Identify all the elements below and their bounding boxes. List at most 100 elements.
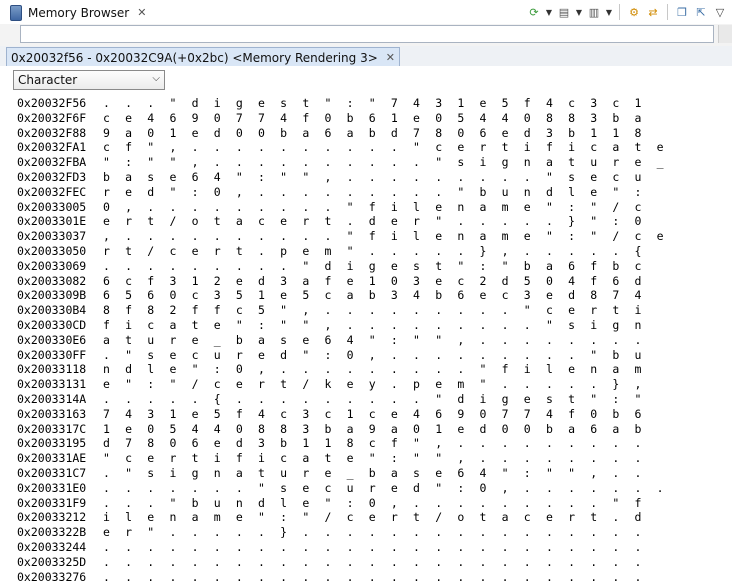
memory-address: 0x20033037: [17, 229, 87, 244]
memory-row: 0x20033050 r t / c e r t . p e m " . . . …: [17, 243, 641, 259]
memory-address: 0x20033276: [17, 569, 87, 584]
memory-cells[interactable]: e r t / o t a c e r t . d e r " . . . . …: [103, 214, 646, 229]
memory-row: 0x20032FD3 b a s e 6 4 " : " " , . . . . …: [17, 169, 641, 185]
memory-cells[interactable]: d 7 8 0 6 e d 3 b 1 1 8 c f " , . . . . …: [103, 436, 646, 451]
memory-row: 0x2003325D. . . . . . . . . . . . . . . …: [17, 554, 641, 570]
memory-address: 0x20033005: [17, 199, 87, 214]
chevron-down-icon: ⌵: [152, 73, 160, 84]
memory-cells[interactable]: . . . . . . . " s e c u r e d " : 0 , . …: [103, 481, 668, 496]
memory-row: 0x200330B4 8 f 8 2 f f c 5 " , . . . . . …: [17, 303, 641, 318]
memory-cells[interactable]: f i c a t e " : " " , . . . . . . . . . …: [103, 318, 646, 333]
memory-cells[interactable]: . . . . . . . . . " d i g e s t " : " b …: [103, 259, 646, 274]
memory-row: 0x20032FA1 c f " , . . . . . . . . . . " …: [17, 140, 664, 155]
memory-cells[interactable]: 0 , . . . . . . . . . " f i l e n a m e …: [103, 200, 646, 215]
memory-cells[interactable]: c f " , . . . . . . . . . . " c e r t i …: [103, 140, 668, 155]
memory-cells[interactable]: b a s e 6 4 " : " " , . . . . . . . . . …: [103, 170, 646, 185]
memory-cells[interactable]: , . . . . . . . . . . " f i l e n a m e …: [103, 229, 668, 244]
rendering-tab-bar: 0x20032f56 - 0x20032C9A(+0x2bc) <Memory …: [0, 46, 732, 67]
memory-address: 0x20033244: [17, 539, 87, 554]
memory-import-icon[interactable]: ▥: [586, 4, 602, 20]
memory-cells[interactable]: n d l e " : 0 , . . . . . . . . . " f i …: [103, 362, 646, 377]
dropdown-arrow-icon[interactable]: ▼: [575, 4, 583, 20]
memory-row: 0x2003309B 6 5 6 0 c 3 5 1 e 5 c a b 3 4 …: [17, 288, 641, 303]
memory-row: 0x20032F6F c e 4 6 9 0 7 7 4 f 0 b 6 1 e …: [17, 110, 641, 126]
memory-row: 0x2003301E e r t / o t a c e r t . d e r …: [17, 214, 641, 229]
memory-address: 0x2003309B: [17, 288, 87, 303]
memory-row: 0x20033037, . . . . . . . . . . " f i l …: [17, 229, 664, 244]
memory-row: 0x200331F9. . . " b u n d l e " : 0 , . …: [17, 495, 641, 511]
memory-cells[interactable]: . . . . . . . . . . . . . . . . . . . . …: [103, 555, 646, 570]
memory-cells[interactable]: " : " " , . . . . . . . . . . " s i g n …: [103, 155, 668, 170]
address-input[interactable]: [20, 25, 714, 43]
memory-address: 0x20032FEC: [17, 184, 87, 199]
memory-address: 0x20033163: [17, 406, 87, 421]
memory-row: 0x20033276. . . . . . . . . . . . . . . …: [17, 569, 641, 584]
memory-address: 0x20033069: [17, 258, 87, 273]
memory-row: 0x2003317C 1 e 0 5 4 4 0 8 8 3 b a 9 a 0 …: [17, 422, 641, 437]
memory-row: 0x20033069. . . . . . . . . " d i g e s …: [17, 258, 641, 274]
memory-cells[interactable]: r t / c e r t . p e m " . . . . . } , . …: [103, 244, 646, 259]
address-scrollbar[interactable]: [718, 25, 732, 43]
memory-cells[interactable]: 1 e 0 5 4 4 0 8 8 3 b a 9 a 0 1 e d 0 0 …: [103, 422, 646, 437]
memory-cells[interactable]: " c e r t i f i c a t e " : " " , . . . …: [103, 451, 646, 466]
refresh-icon[interactable]: ⟳: [526, 4, 542, 20]
memory-cells[interactable]: . . . . . { . . . . . . . . . " d i g e …: [103, 392, 646, 407]
memory-address: 0x20033050: [17, 243, 87, 258]
memory-cells[interactable]: 8 f 8 2 f f c 5 " , . . . . . . . . . " …: [103, 303, 646, 318]
memory-cells[interactable]: e " : " / c e r t / k e y . p e m " . . …: [103, 377, 646, 392]
pin-icon[interactable]: ⇱: [693, 4, 709, 20]
memory-address: 0x20032F6F: [17, 110, 87, 125]
memory-row: 0x20033244. . . . . . . . . . . . . . . …: [17, 539, 641, 555]
memory-address: 0x200330B4: [17, 303, 87, 318]
memory-cells[interactable]: . . . . . . . . . . . . . . . . . . . . …: [103, 540, 646, 555]
memory-row: 0x200331C7. " s i g n a t u r e _ b a s …: [17, 466, 641, 481]
memory-row: 0x20033005 0 , . . . . . . . . . " f i l …: [17, 199, 641, 215]
memory-address: 0x200331AE: [17, 451, 87, 466]
dropdown-arrow-icon[interactable]: ▼: [605, 4, 613, 20]
memory-address: 0x20032FD3: [17, 169, 87, 184]
tab-memory-rendering-3[interactable]: 0x20032f56 - 0x20032C9A(+0x2bc) <Memory …: [6, 47, 400, 67]
memory-cells[interactable]: 9 a 0 1 e d 0 0 b a 6 a b d 7 8 0 6 e d …: [103, 126, 646, 141]
memory-row: 0x2003322B e r " . . . . . } . . . . . . …: [17, 525, 641, 540]
memory-cells[interactable]: . . . . . . . . . . . . . . . . . . . . …: [103, 570, 646, 584]
memory-row: 0x20033195 d 7 8 0 6 e d 3 b 1 1 8 c f " …: [17, 436, 641, 451]
dropdown-arrow-icon[interactable]: ▼: [545, 4, 553, 20]
new-tab-icon[interactable]: ❐: [674, 4, 690, 20]
memory-cells[interactable]: e r " . . . . . } . . . . . . . . . . . …: [103, 525, 646, 540]
memory-cells[interactable]: c e 4 6 9 0 7 7 4 f 0 b 6 1 e 0 5 4 4 0 …: [103, 111, 646, 126]
memory-cells[interactable]: . " s i g n a t u r e _ b a s e 6 4 " : …: [103, 466, 646, 481]
memory-row: 0x20033131 e " : " / c e r t / k e y . p …: [17, 377, 641, 392]
memory-export-icon[interactable]: ▤: [556, 4, 572, 20]
close-icon[interactable]: ✕: [386, 51, 395, 64]
close-icon[interactable]: ✕: [137, 6, 146, 19]
sync-icon[interactable]: ⇄: [645, 4, 661, 20]
memory-cells[interactable]: . . . " d i g e s t " : " 7 4 3 1 e 5 f …: [103, 96, 646, 111]
memory-row: 0x200330FF. " s e c u r e d " : 0 , . . …: [17, 348, 641, 363]
memory-row: 0x200331AE " c e r t i f i c a t e " : " …: [17, 451, 641, 466]
view-toolbar: ⟳ ▼ ▤ ▼ ▥ ▼ ⚙ ⇄ ❐ ⇱ ▽: [526, 0, 732, 24]
link-icon[interactable]: ⚙: [626, 4, 642, 20]
view-menu-icon[interactable]: ▽: [712, 4, 728, 20]
memory-address: 0x2003301E: [17, 214, 87, 229]
memory-browser-tab[interactable]: Memory Browser ✕: [4, 2, 146, 23]
memory-cells[interactable]: 6 5 6 0 c 3 5 1 e 5 c a b 3 4 b 6 e c 3 …: [103, 288, 646, 303]
memory-row: 0x20032FBA " : " " , . . . . . . . . . . …: [17, 155, 664, 170]
memory-cells[interactable]: . . . " b u n d l e " : 0 , . . . . . . …: [103, 496, 646, 511]
memory-row: 0x200330CD f i c a t e " : " " , . . . . …: [17, 318, 641, 333]
memory-cells[interactable]: r e d " : 0 , . . . . . . . . . " b u n …: [103, 185, 646, 200]
memory-address: 0x20032F88: [17, 125, 87, 140]
memory-cells[interactable]: a t u r e _ b a s e 6 4 " : " " , . . . …: [103, 333, 646, 348]
memory-browser-icon: [10, 4, 22, 21]
memory-cells[interactable]: 7 4 3 1 e 5 f 4 c 3 c 1 c e 4 6 9 0 7 7 …: [103, 407, 646, 422]
memory-address: 0x2003325D: [17, 554, 87, 569]
memory-row: 0x20033163 7 4 3 1 e 5 f 4 c 3 c 1 c e 4 …: [17, 406, 641, 422]
format-select[interactable]: Character ⌵: [13, 70, 165, 90]
toolbar-separator: [667, 4, 668, 20]
memory-cells[interactable]: 6 c f 3 1 2 e d 3 a f e 1 0 3 e c 2 d 5 …: [103, 274, 646, 289]
memory-cells[interactable]: i l e n a m e " : " / c e r t / o t a c …: [103, 510, 646, 525]
memory-cells[interactable]: . " s e c u r e d " : 0 , . . . . . . . …: [103, 348, 646, 363]
memory-row: 0x20033082 6 c f 3 1 2 e d 3 a f e 1 0 3 …: [17, 274, 641, 289]
memory-address: 0x20032FBA: [17, 155, 87, 170]
memory-address: 0x200331F9: [17, 495, 87, 510]
toolbar-separator: [619, 4, 620, 20]
